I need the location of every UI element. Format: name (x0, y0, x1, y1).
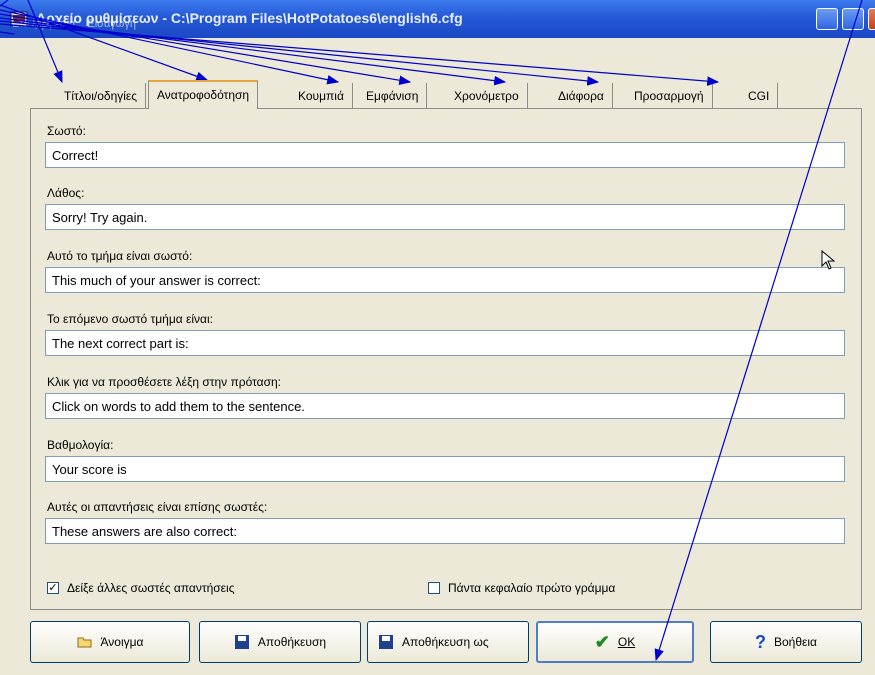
capitalize-checkbox[interactable]: Πάντα κεφαλαίο πρώτο γράμμα (428, 581, 615, 595)
tab-cgi[interactable]: CGI (740, 83, 779, 108)
incorrect-label: Λάθος: (47, 186, 85, 200)
menu-insert[interactable]: Εισαγωγή (87, 18, 136, 36)
next-correct-field[interactable]: The next correct part is: (45, 330, 845, 356)
save-as-icon (379, 635, 393, 649)
show-alternatives-label: Δείξε άλλες σωστές απαντήσεις (67, 581, 235, 595)
also-correct-field[interactable]: These answers are also correct: (45, 518, 845, 544)
save-as-button-label: Αποθήκευση ως (402, 635, 489, 649)
correct-field[interactable]: Correct! (45, 142, 845, 168)
help-button[interactable]: ? Βοήθεια (710, 621, 862, 663)
partly-correct-field[interactable]: This much of your answer is correct: (45, 267, 845, 293)
checkmark-icon: ✓ (47, 582, 59, 594)
incorrect-field[interactable]: Sorry! Try again. (45, 204, 845, 230)
show-alternatives-checkbox[interactable]: ✓ Δείξε άλλες σωστές απαντήσεις (47, 581, 234, 595)
score-label: Βαθμολογία: (47, 438, 114, 452)
next-correct-label: Το επόμενο σωστό τμήμα είναι: (47, 312, 213, 326)
help-button-label: Βοήθεια (774, 635, 817, 649)
menu-edit[interactable]: Επεξεργασία (12, 18, 75, 36)
capitalize-label: Πάντα κεφαλαίο πρώτο γράμμα (448, 581, 616, 595)
mouse-cursor-icon (821, 250, 835, 270)
tab-timer[interactable]: Χρονόμετρο (446, 83, 528, 108)
ok-button[interactable]: ✔ OK (536, 621, 694, 663)
ok-button-label: OK (617, 635, 636, 649)
open-button-label: Άνοιγμα (100, 635, 144, 649)
correct-label: Σωστό: (47, 124, 86, 138)
also-correct-label: Αυτές οι απαντήσεις είναι επίσης σωστές: (47, 500, 268, 514)
checkmark-ok-icon: ✔ (594, 631, 610, 652)
floppy-disk-icon (234, 635, 249, 649)
score-field[interactable]: Your score is (45, 456, 845, 482)
tab-custom[interactable]: Προσαρμογή (626, 83, 713, 108)
tab-buttons[interactable]: Κουμπιά (290, 83, 353, 108)
open-button[interactable]: Άνοιγμα (30, 621, 190, 663)
folder-open-icon (77, 637, 91, 648)
checkbox-empty-icon (428, 582, 440, 594)
click-words-label: Κλικ για να προσθέσετε λέξη στην πρόταση… (47, 375, 282, 389)
save-as-button[interactable]: Αποθήκευση ως (367, 621, 529, 663)
question-mark-icon: ? (755, 631, 766, 652)
tab-strip: Τίτλοι/οδηγίες Ανατροφοδότηση Κουμπιά Εμ… (44, 80, 834, 109)
close-button[interactable] (868, 8, 875, 30)
tab-titles[interactable]: Τίτλοι/οδηγίες (56, 83, 147, 108)
save-button-label: Αποθήκευση (257, 635, 327, 649)
save-button[interactable]: Αποθήκευση (199, 621, 361, 663)
partly-correct-label: Αυτό το τμήμα είναι σωστό: (47, 249, 193, 263)
title-bar[interactable]: Αρχείο ρυθμίσεων - C:\Program Files\HotP… (0, 0, 875, 38)
config-window: Αρχείο ρυθμίσεων - C:\Program Files\HotP… (0, 0, 875, 675)
tab-other[interactable]: Διάφορα (550, 83, 613, 108)
maximize-button[interactable] (842, 8, 864, 30)
tab-feedback[interactable]: Ανατροφοδότηση (148, 80, 259, 109)
click-words-field[interactable]: Click on words to add them to the senten… (45, 393, 845, 419)
menu-bar: Επεξεργασία Εισαγωγή (0, 18, 136, 36)
minimize-button[interactable] (816, 8, 838, 30)
tab-appearance[interactable]: Εμφάνιση (358, 83, 428, 108)
